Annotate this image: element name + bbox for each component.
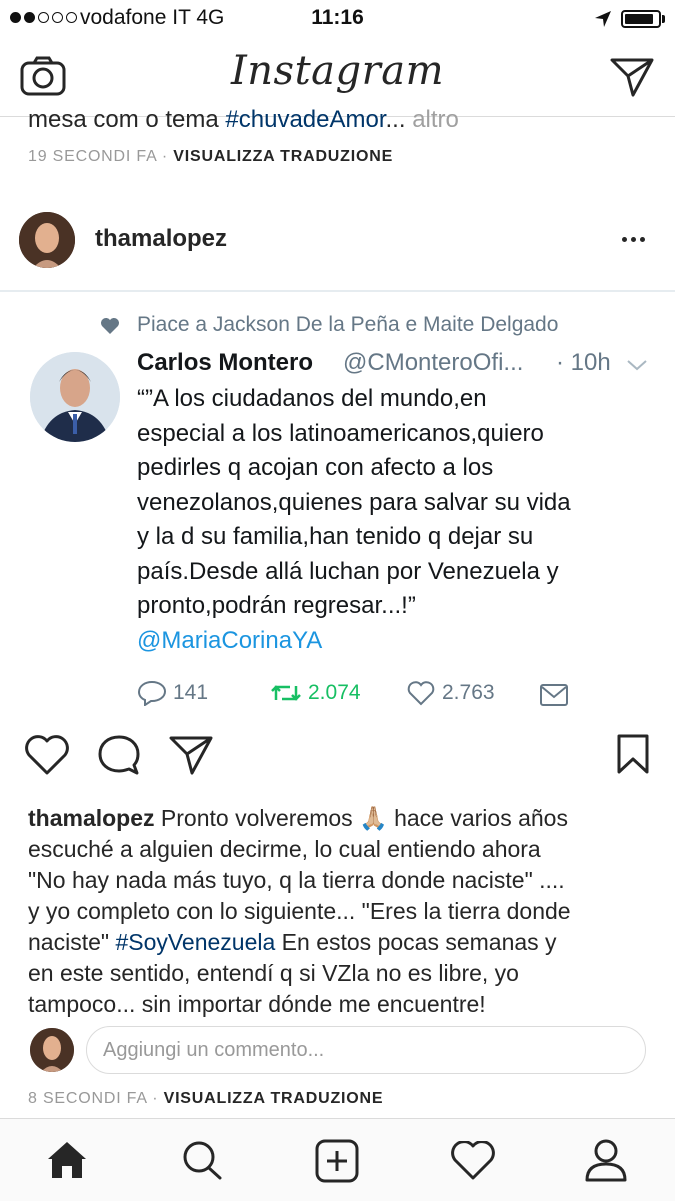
save-bookmark-icon[interactable] (616, 734, 650, 774)
tweet-author-name: Carlos Montero (137, 349, 314, 376)
direct-message-envelope-icon (540, 684, 568, 706)
liked-by-text: Piace a Jackson De la Peña e Maite Delga… (137, 313, 559, 336)
location-arrow-icon (595, 11, 611, 27)
tweet-time: · 10h (556, 349, 611, 376)
tweet-text: “”A los ciudadanos del mundo,en especial… (137, 382, 657, 658)
activity-heart-icon[interactable] (450, 1141, 496, 1181)
translate-link[interactable]: VISUALIZZA TRADUZIONE (164, 1090, 384, 1107)
like-icon (407, 681, 435, 706)
tweet-retweets: 2.074 (270, 680, 361, 706)
translate-link[interactable]: VISUALIZZA TRADUZIONE (173, 148, 393, 165)
instagram-wordmark: Instagram (230, 48, 444, 94)
profile-icon[interactable] (584, 1138, 628, 1182)
more-options-icon[interactable] (622, 237, 645, 242)
search-icon[interactable] (181, 1140, 223, 1180)
battery-icon (621, 10, 661, 28)
tweet-avatar (30, 352, 120, 442)
previous-post-meta: 19 SECONDI FA · VISUALIZZA TRADUZIONE (28, 148, 394, 165)
tab-bar (0, 1118, 675, 1201)
heart-icon (101, 318, 119, 334)
current-user-avatar (30, 1028, 74, 1072)
post-meta: 8 SECONDI FA · VISUALIZZA TRADUZIONE (28, 1090, 384, 1107)
battery-tip (662, 15, 665, 23)
share-icon[interactable] (168, 734, 214, 776)
add-post-icon[interactable] (315, 1139, 359, 1183)
direct-message-icon[interactable] (609, 56, 655, 98)
hashtag-link[interactable]: #chuvadeAmor (225, 106, 385, 133)
post-username[interactable]: thamalopez (95, 225, 227, 253)
more-link[interactable]: altro (406, 106, 459, 133)
post-image-tweet: Piace a Jackson De la Peña e Maite Delga… (0, 290, 675, 722)
tweet-replies: 141 (137, 680, 208, 706)
post-caption: thamalopez Pronto volveremos 🙏🏼 hace var… (28, 805, 571, 1017)
status-bar: vodafone IT 4G 11:16 (0, 0, 675, 38)
chevron-down-icon (627, 360, 647, 371)
tweet-mention: @MariaCorinaYA (137, 626, 323, 654)
praying-hands-emoji: 🙏🏼 (359, 805, 388, 831)
previous-post-caption: mesa com o tema #chuvadeAmor... altro (28, 106, 459, 133)
hashtag-link[interactable]: #SoyVenezuela (115, 929, 275, 955)
comment-input[interactable]: Aggiungi un commento... (86, 1026, 646, 1074)
reply-icon (137, 680, 167, 706)
avatar[interactable] (19, 212, 75, 268)
comment-icon[interactable] (97, 734, 141, 776)
caption-username[interactable]: thamalopez (28, 805, 155, 831)
timestamp: 19 SECONDI FA (28, 148, 157, 165)
tweet-author-handle: @CMonteroOfi... (343, 349, 524, 376)
home-icon[interactable] (46, 1140, 88, 1180)
post-actions (0, 730, 675, 780)
like-heart-icon[interactable] (24, 734, 70, 776)
retweet-icon (271, 685, 301, 701)
timestamp: 8 SECONDI FA (28, 1090, 147, 1107)
clock: 11:16 (311, 6, 364, 29)
tweet-likes: 2.763 (406, 680, 495, 706)
